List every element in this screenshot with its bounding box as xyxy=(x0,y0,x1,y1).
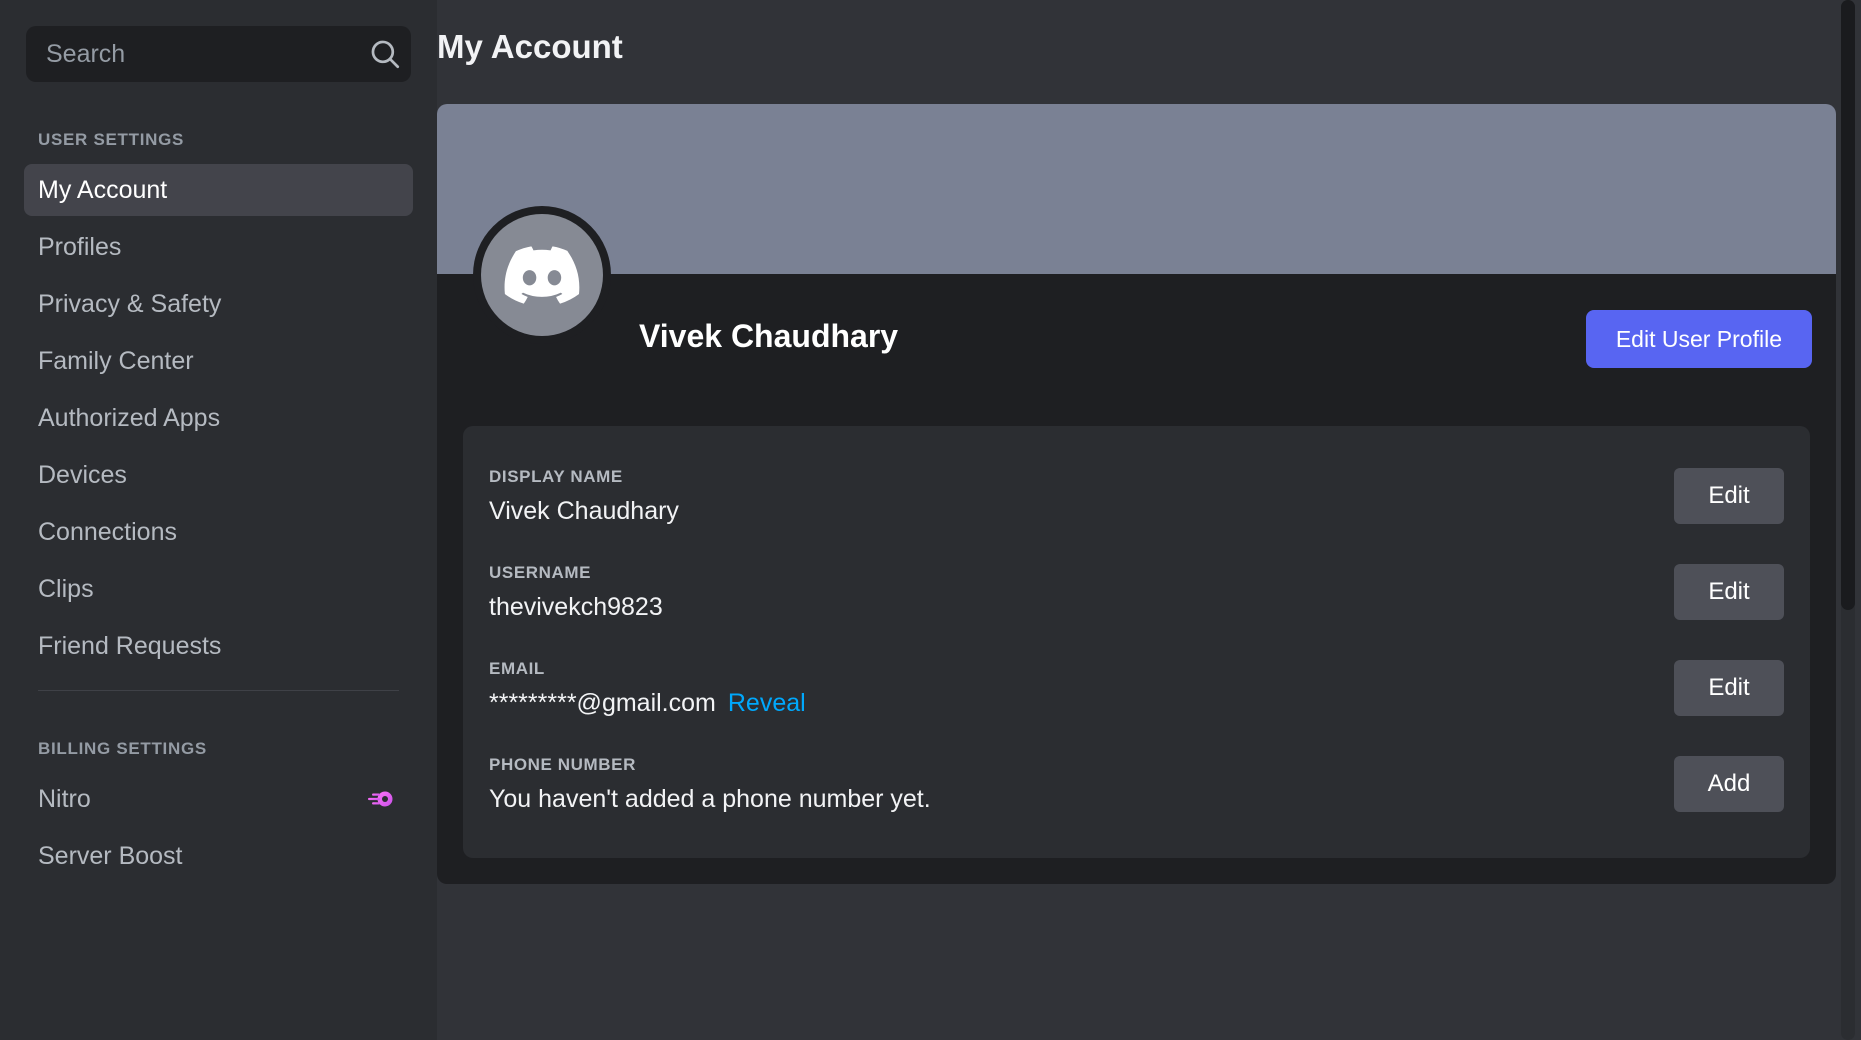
sidebar-item-label: Authorized Apps xyxy=(38,403,221,432)
search-input[interactable] xyxy=(46,39,368,69)
field-value-container: *********@gmail.com Reveal xyxy=(489,689,806,718)
sidebar-item-label: Nitro xyxy=(38,784,91,813)
avatar-image xyxy=(481,214,603,336)
sidebar-item-label: Profiles xyxy=(38,232,122,261)
section-heading-billing-settings: BILLING SETTINGS xyxy=(38,739,207,758)
profile-display-name: Vivek Chaudhary xyxy=(639,318,899,354)
field-value: Vivek Chaudhary xyxy=(489,496,679,525)
sidebar-item-label: Clips xyxy=(38,574,94,603)
sidebar-item-label: Connections xyxy=(38,517,177,546)
field-content: PHONE NUMBER You haven't added a phone n… xyxy=(489,755,931,814)
sidebar-item-privacy-and-safety[interactable]: Privacy & Safety xyxy=(24,278,413,330)
search-box[interactable] xyxy=(26,26,411,82)
edit-user-profile-button[interactable]: Edit User Profile xyxy=(1585,310,1812,368)
sidebar-item-label: Privacy & Safety xyxy=(38,289,222,318)
sidebar-item-label: Devices xyxy=(38,460,127,489)
field-row-email: EMAIL *********@gmail.com Reveal Edit xyxy=(489,640,1784,736)
field-row-username: USERNAME thevivekch9823 Edit xyxy=(489,544,1784,640)
field-value: You haven't added a phone number yet. xyxy=(489,784,931,813)
sidebar-item-label: Server Boost xyxy=(38,841,183,870)
field-content: DISPLAY NAME Vivek Chaudhary xyxy=(489,467,679,526)
search-container xyxy=(26,26,411,82)
account-fields-card: DISPLAY NAME Vivek Chaudhary Edit USERNA… xyxy=(463,426,1810,858)
add-phone-number-button[interactable]: Add xyxy=(1674,756,1784,812)
field-value: *********@gmail.com xyxy=(489,688,716,717)
avatar[interactable] xyxy=(473,206,611,344)
sidebar-item-nitro[interactable]: Nitro xyxy=(24,773,413,825)
sidebar-divider xyxy=(38,690,399,691)
sidebar-item-devices[interactable]: Devices xyxy=(24,449,413,501)
field-content: USERNAME thevivekch9823 xyxy=(489,563,663,622)
nav-list-billing-settings: Nitro Server Boost xyxy=(0,773,437,882)
edit-email-button[interactable]: Edit xyxy=(1674,660,1784,716)
sidebar-item-clips[interactable]: Clips xyxy=(24,563,413,615)
field-label: PHONE NUMBER xyxy=(489,754,636,774)
edit-username-button[interactable]: Edit xyxy=(1674,564,1784,620)
sidebar-item-server-boost[interactable]: Server Boost xyxy=(24,830,413,882)
nitro-boost-icon xyxy=(363,788,393,810)
scrollbar-thumb[interactable] xyxy=(1841,0,1855,610)
field-label: EMAIL xyxy=(489,658,545,678)
search-icon[interactable] xyxy=(368,37,402,71)
sidebar-item-label: Friend Requests xyxy=(38,631,222,660)
profile-banner xyxy=(437,104,1836,274)
sidebar-item-my-account[interactable]: My Account xyxy=(24,164,413,216)
field-label: USERNAME xyxy=(489,562,592,582)
field-row-phone-number: PHONE NUMBER You haven't added a phone n… xyxy=(489,736,1784,832)
discord-logo-icon xyxy=(504,246,580,304)
page-title: My Account xyxy=(437,28,623,65)
sidebar-item-connections[interactable]: Connections xyxy=(24,506,413,558)
settings-main-panel: My Account Vivek Chaudhary Edit User Pro… xyxy=(437,0,1861,1040)
nav-list-user-settings: My Account Profiles Privacy & Safety Fam… xyxy=(0,164,437,672)
sidebar-item-label: Family Center xyxy=(38,346,194,375)
settings-window: USER SETTINGS My Account Profiles Privac… xyxy=(0,0,1861,1040)
section-heading-user-settings: USER SETTINGS xyxy=(38,130,185,149)
reveal-email-link[interactable]: Reveal xyxy=(728,689,806,718)
settings-sidebar: USER SETTINGS My Account Profiles Privac… xyxy=(0,0,437,1040)
sidebar-item-profiles[interactable]: Profiles xyxy=(24,221,413,273)
sidebar-item-family-center[interactable]: Family Center xyxy=(24,335,413,387)
edit-display-name-button[interactable]: Edit xyxy=(1674,468,1784,524)
sidebar-item-friend-requests[interactable]: Friend Requests xyxy=(24,620,413,672)
sidebar-item-label: My Account xyxy=(38,175,168,204)
field-row-display-name: DISPLAY NAME Vivek Chaudhary Edit xyxy=(489,448,1784,544)
sidebar-item-authorized-apps[interactable]: Authorized Apps xyxy=(24,392,413,444)
profile-header: Vivek Chaudhary Edit User Profile xyxy=(437,206,1836,414)
field-content: EMAIL *********@gmail.com Reveal xyxy=(489,659,806,718)
field-label: DISPLAY NAME xyxy=(489,466,623,486)
field-value-container: Vivek Chaudhary xyxy=(489,497,679,526)
field-value: thevivekch9823 xyxy=(489,592,663,621)
field-value-container: thevivekch9823 xyxy=(489,593,663,622)
field-value-container: You haven't added a phone number yet. xyxy=(489,785,931,814)
profile-card: Vivek Chaudhary Edit User Profile DISPLA… xyxy=(437,104,1836,884)
